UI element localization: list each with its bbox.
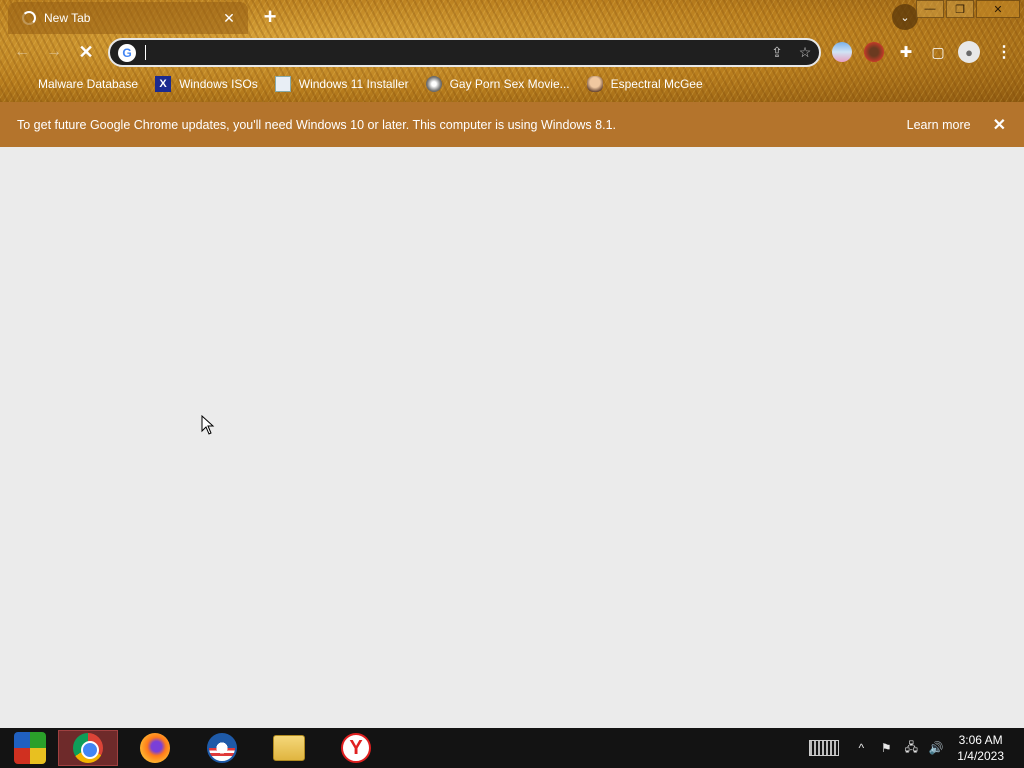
back-button[interactable]: ←: [11, 41, 33, 63]
bookmark-label: Gay Porn Sex Movie...: [449, 77, 570, 91]
bookmark-movie[interactable]: Gay Porn Sex Movie...: [425, 76, 570, 92]
chevron-down-icon: ⌄: [900, 11, 910, 24]
tab-new-tab[interactable]: New Tab ✕: [8, 2, 248, 34]
mouse-cursor-icon: [201, 415, 215, 435]
new-tab-button[interactable]: +: [258, 6, 282, 30]
window-controls: — ❐ ✕: [914, 0, 1020, 18]
window-close-button[interactable]: ✕: [976, 0, 1020, 18]
bookmark-label: Windows 11 Installer: [298, 77, 409, 91]
stop-loading-button[interactable]: ✕: [75, 41, 97, 63]
share-icon[interactable]: ⇪: [763, 44, 791, 61]
side-panel-icon[interactable]: ▢: [928, 42, 948, 62]
arrow-left-icon: ←: [14, 43, 30, 60]
clock[interactable]: 3:06 AM 1/4/2023: [957, 732, 1004, 764]
x-logo-icon: X: [155, 76, 172, 92]
windows-taskbar: Y ^ ⚑ 🖧 🔊 3:06 AM 1/4/2023: [0, 728, 1024, 768]
bookmark-star-icon[interactable]: ☆: [791, 44, 819, 61]
minimize-button[interactable]: —: [916, 0, 944, 18]
leaf-icon: [14, 76, 30, 92]
bookmark-windows-11-installer[interactable]: Windows 11 Installer: [274, 76, 409, 92]
chevron-up-icon[interactable]: ^: [853, 741, 869, 755]
omnibox-input[interactable]: [136, 40, 763, 65]
flag-icon[interactable]: ⚑: [878, 741, 894, 755]
extension-avatar-icon[interactable]: [864, 42, 884, 62]
network-icon[interactable]: 🖧: [903, 738, 919, 759]
arrow-right-icon: →: [46, 43, 62, 60]
installer-icon: [274, 76, 291, 92]
disc-icon: [425, 76, 442, 92]
google-icon: G: [118, 43, 136, 62]
taskbar-file-explorer[interactable]: [259, 730, 319, 766]
taskbar-obama[interactable]: [192, 730, 252, 766]
obama-icon: [207, 733, 237, 763]
loading-spinner-icon: [22, 11, 36, 25]
tab-close-button[interactable]: ✕: [220, 10, 238, 27]
taskbar-firefox[interactable]: [125, 730, 185, 766]
infobar-close-button[interactable]: ✕: [993, 115, 1006, 135]
chrome-icon: [73, 733, 103, 763]
address-bar[interactable]: G ⇪ ☆: [108, 38, 821, 67]
bookmark-label: Espectral McGee: [610, 77, 703, 91]
bookmark-label: Malware Database: [38, 77, 139, 91]
browser-frame: New Tab ✕ + ⌄ — ❐ ✕ ← → ✕ G ⇪ ☆ ✚ ▢ ● ⋮ …: [0, 0, 1024, 102]
bookmark-malware-database[interactable]: Malware Database: [14, 76, 138, 92]
file-explorer-icon: [273, 735, 305, 761]
firefox-icon: [140, 733, 170, 763]
taskbar-chrome[interactable]: [58, 730, 118, 766]
tab-title: New Tab: [44, 11, 91, 25]
touch-keyboard-icon[interactable]: [809, 740, 840, 756]
forward-button[interactable]: →: [43, 41, 65, 63]
bookmarks-bar: Malware Database X Windows ISOs Windows …: [14, 74, 720, 94]
start-button[interactable]: [0, 730, 60, 766]
start-icon: [14, 732, 46, 764]
bookmark-windows-isos[interactable]: X Windows ISOs: [155, 76, 258, 92]
extension-flag-icon[interactable]: [832, 42, 852, 62]
clock-date: 1/4/2023: [957, 749, 1004, 763]
extensions-puzzle-icon[interactable]: ✚: [896, 42, 916, 62]
infobar-message: To get future Google Chrome updates, you…: [17, 117, 616, 132]
page-content[interactable]: [0, 147, 1024, 728]
profile-avatar-icon[interactable]: ●: [958, 41, 980, 63]
yandex-icon: Y: [341, 733, 371, 763]
system-tray: ^ ⚑ 🖧 🔊 3:06 AM 1/4/2023: [809, 728, 1024, 768]
clock-time: 3:06 AM: [958, 733, 1003, 747]
volume-icon[interactable]: 🔊: [928, 741, 944, 755]
menu-kebab-icon[interactable]: ⋮: [994, 42, 1014, 62]
restore-button[interactable]: ❐: [946, 0, 974, 18]
close-icon: ✕: [78, 41, 94, 62]
learn-more-link[interactable]: Learn more: [907, 118, 971, 132]
update-infobar: To get future Google Chrome updates, you…: [0, 102, 1024, 147]
taskbar-yandex[interactable]: Y: [326, 730, 386, 766]
bookmark-espectral-mcgee[interactable]: Espectral McGee: [586, 76, 703, 92]
text-caret: [145, 45, 146, 60]
bookmark-label: Windows ISOs: [179, 77, 258, 91]
face-icon: [586, 76, 603, 92]
